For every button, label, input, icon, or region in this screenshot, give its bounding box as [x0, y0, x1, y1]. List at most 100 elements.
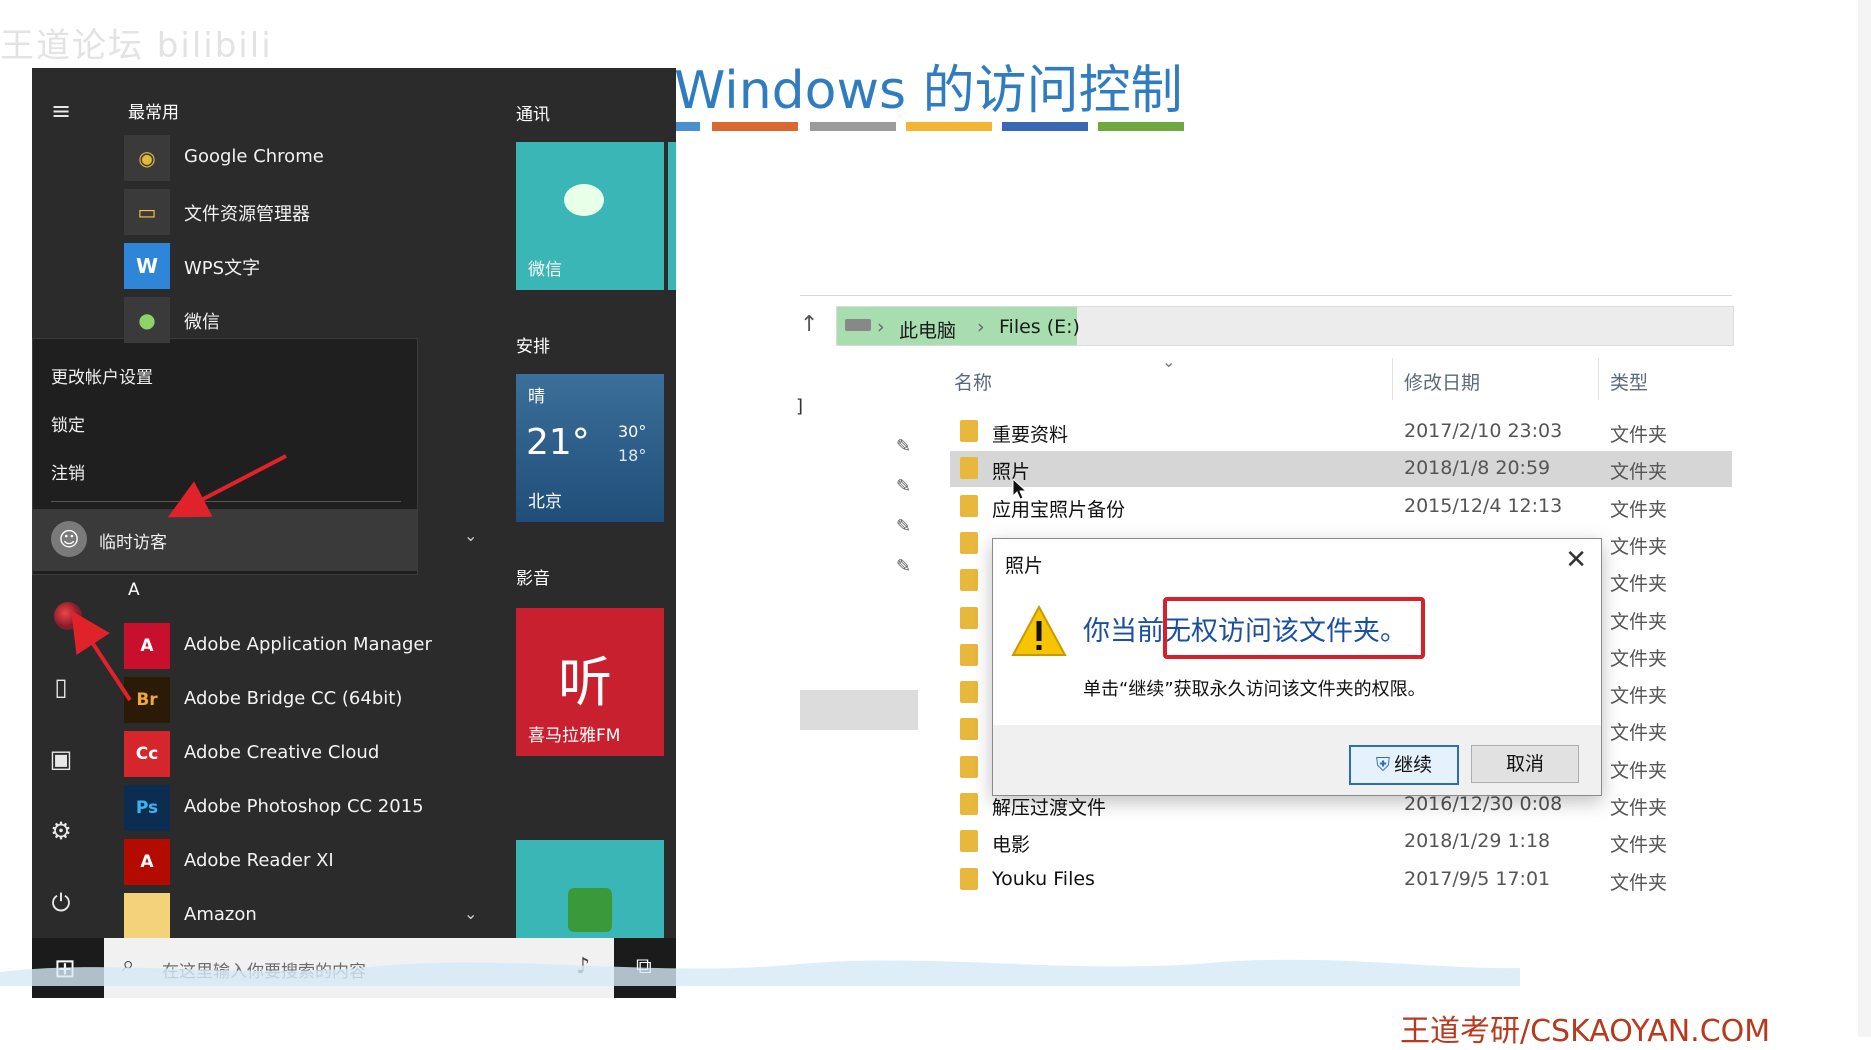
account-popup: 更改帐户设置 锁定 注销 ☺ 临时访客 — [32, 338, 418, 575]
folder-icon — [960, 494, 978, 517]
switch-user-item[interactable]: ☺ 临时访客 — [33, 509, 417, 571]
file-type: 文件夹 — [1610, 871, 1668, 894]
file-type: 文件夹 — [1610, 535, 1668, 558]
app-list-item[interactable]: Cc Adobe Creative Cloud — [124, 728, 454, 780]
tile-group-comm: 通讯 — [516, 105, 550, 125]
folder-icon — [960, 457, 978, 480]
pin-icon[interactable]: ✎ — [896, 556, 911, 577]
close-icon[interactable]: ✕ — [1565, 545, 1587, 575]
popup-divider — [51, 501, 401, 502]
dialog-footer: ⛨ 继续 取消 — [993, 725, 1601, 795]
lock-item[interactable]: 锁定 — [51, 411, 85, 436]
most-used-item[interactable]: ◉ Google Chrome — [124, 132, 454, 184]
file-type: 文件夹 — [1610, 498, 1668, 521]
wechat-tile[interactable]: 微信 — [516, 142, 664, 290]
app-list-item[interactable]: A Adobe Reader XI — [124, 836, 454, 888]
pin-icon[interactable]: ✎ — [896, 516, 911, 537]
dialog-sub-message: 单击“继续”获取永久访问该文件夹的权限。 — [1083, 679, 1426, 700]
chevron-down-icon[interactable]: ⌄ — [464, 526, 477, 545]
file-name: 解压过渡文件 — [992, 797, 1107, 819]
chrome-icon: ◉ — [124, 135, 170, 181]
explorer-top-border — [800, 295, 1732, 296]
file-date: 2016/12/30 0:08 — [1404, 793, 1563, 815]
watermark: 王道论坛 bilibili — [0, 26, 273, 66]
file-row[interactable]: 照片 2018/1/8 20:59 文件夹 — [950, 451, 1732, 488]
file-type: 文件夹 — [1610, 424, 1668, 446]
folder-icon: ▭ — [124, 189, 170, 235]
letter-a-header[interactable]: A — [128, 580, 140, 600]
continue-button-label: 继续 — [1394, 754, 1433, 776]
app-label: Adobe Bridge CC (64bit) — [184, 688, 403, 709]
power-icon[interactable]: ⏻ — [46, 888, 76, 918]
weather-tile[interactable]: 晴 21° 30° 18° 北京 — [516, 374, 664, 522]
warning-icon — [1011, 605, 1067, 656]
folder-icon — [960, 531, 978, 554]
right-edge — [1858, 0, 1871, 1037]
change-account-settings-item[interactable]: 更改帐户设置 — [51, 363, 153, 388]
app-icon — [124, 893, 170, 939]
up-arrow-icon[interactable]: ↑ — [800, 312, 818, 337]
file-type: 文件夹 — [1610, 685, 1668, 708]
app-list-item[interactable]: Amazon — [124, 890, 454, 942]
continue-button[interactable]: ⛨ 继续 — [1349, 745, 1459, 785]
breadcrumb-separator-icon: › — [877, 316, 885, 338]
file-name: Youku Files — [992, 867, 1095, 890]
most-used-item[interactable]: ● 微信 — [124, 294, 454, 346]
app-icon: Cc — [124, 731, 170, 777]
tile-group-schedule: 安排 — [516, 337, 550, 357]
ximalaya-tile-label: 喜马拉雅FM — [528, 726, 621, 746]
file-type: 文件夹 — [1610, 722, 1668, 745]
file-row[interactable]: 电影 2018/1/29 1:18 文件夹 — [950, 824, 1732, 860]
user-avatar-icon[interactable] — [54, 602, 82, 630]
file-row[interactable]: 应用宝照片备份 2015/12/4 12:13 文件夹 — [950, 489, 1732, 525]
weather-condition: 晴 — [528, 387, 545, 407]
most-used-item[interactable]: W WPS文字 — [124, 240, 454, 292]
app-list-item[interactable]: Br Adobe Bridge CC (64bit) — [124, 674, 454, 726]
pin-icon[interactable]: ✎ — [896, 476, 911, 497]
sign-out-item[interactable]: 注销 — [51, 459, 85, 484]
ximalaya-logo: 听 — [558, 651, 612, 714]
file-type: 文件夹 — [1610, 834, 1668, 857]
wechat-icon: ● — [124, 297, 170, 343]
column-separator — [1598, 358, 1599, 400]
amazon-expand-chevron-icon[interactable]: ⌄ — [464, 904, 477, 923]
drive-icon — [845, 319, 871, 331]
breadcrumb-this-pc[interactable]: 此电脑 — [899, 316, 956, 343]
file-row[interactable]: Youku Files 2017/9/5 17:01 文件夹 — [950, 862, 1732, 898]
file-type: 文件夹 — [1610, 647, 1668, 670]
pictures-icon[interactable]: ▣ — [46, 744, 76, 774]
pin-icon[interactable]: ✎ — [896, 436, 911, 457]
most-used-item[interactable]: ▭ 文件资源管理器 — [124, 186, 454, 238]
app-label: WPS文字 — [184, 258, 261, 279]
title-color-bar — [674, 122, 700, 131]
file-date: 2017/2/10 23:03 — [1404, 420, 1563, 442]
file-type: 文件夹 — [1610, 797, 1668, 819]
column-header-type[interactable]: 类型 — [1610, 368, 1648, 395]
app-list-item[interactable]: A Adobe Application Manager — [124, 620, 454, 672]
document-icon[interactable]: ▯ — [46, 672, 76, 702]
column-header-name[interactable]: 名称 — [954, 368, 992, 395]
app-label: Adobe Application Manager — [184, 634, 432, 655]
green-app-tile[interactable] — [516, 840, 664, 940]
app-icon: Ps — [124, 785, 170, 831]
most-used-header: 最常用 — [128, 103, 179, 123]
settings-gear-icon[interactable]: ⚙ — [46, 816, 76, 846]
file-date: 2017/9/5 17:01 — [1404, 867, 1551, 890]
ximalaya-tile[interactable]: 听 喜马拉雅FM — [516, 608, 664, 756]
wechat-tile-icon — [564, 184, 604, 216]
file-row[interactable]: 重要资料 2017/2/10 23:03 文件夹 — [950, 414, 1732, 450]
cancel-button[interactable]: 取消 — [1471, 745, 1579, 783]
folder-icon — [960, 718, 978, 741]
column-separator — [1392, 358, 1393, 400]
app-icon: Br — [124, 677, 170, 723]
breadcrumb-drive-e[interactable]: Files (E:) — [999, 316, 1080, 338]
app-icon: A — [124, 623, 170, 669]
app-list-item[interactable]: Ps Adobe Photoshop CC 2015 — [124, 782, 454, 834]
app-icon: A — [124, 839, 170, 885]
folder-icon — [960, 569, 978, 592]
app-label: Amazon — [184, 904, 257, 925]
hamburger-menu-icon[interactable]: ≡ — [46, 96, 76, 126]
decorative-wave — [0, 959, 1520, 986]
address-bar[interactable]: › 此电脑 › Files (E:) — [836, 306, 1734, 346]
column-header-date[interactable]: 修改日期 — [1404, 368, 1480, 395]
